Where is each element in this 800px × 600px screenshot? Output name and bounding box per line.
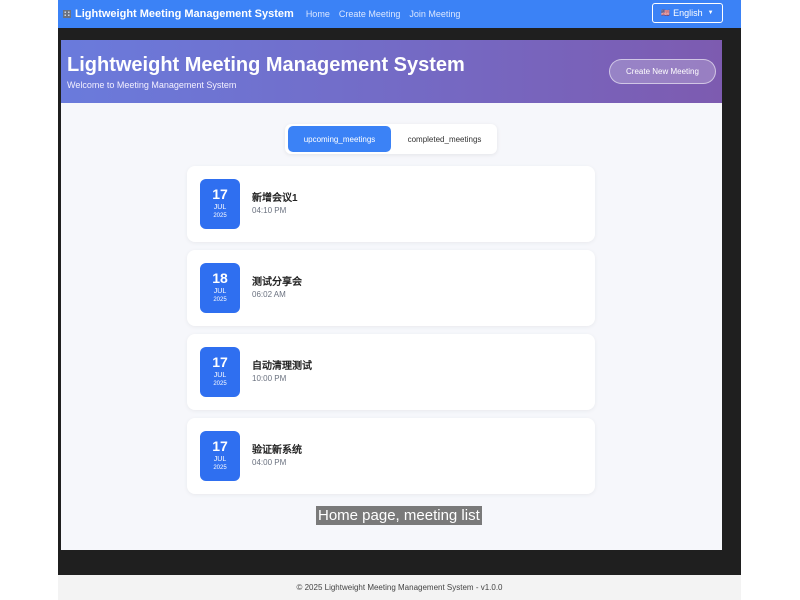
date-badge: 18 JUL 2025 <box>200 263 240 313</box>
date-year: 2025 <box>213 213 227 219</box>
meeting-time: 04:00 PM <box>252 458 287 467</box>
main-content: Lightweight Meeting Management System We… <box>61 40 722 550</box>
meeting-card[interactable]: 17 JUL 2025 验证新系统 04:00 PM <box>187 418 595 494</box>
create-meeting-button[interactable]: Create New Meeting <box>609 59 716 84</box>
meeting-title: 验证新系统 <box>252 445 302 456</box>
nav-create-meeting[interactable]: Create Meeting <box>339 9 401 19</box>
date-month: JUL <box>213 372 227 379</box>
meeting-title: 测试分享会 <box>252 277 302 288</box>
date-year: 2025 <box>213 297 227 303</box>
date-badge: 17 JUL 2025 <box>200 431 240 481</box>
meeting-time: 04:10 PM <box>252 206 287 215</box>
tab-upcoming-meetings[interactable]: upcoming_meetings <box>288 126 391 152</box>
meeting-title: 新增会议1 <box>252 193 298 204</box>
date-year: 2025 <box>213 465 227 471</box>
screenshot-caption: Home page, meeting list <box>316 506 482 525</box>
page-subtitle: Welcome to Meeting Management System <box>67 80 237 90</box>
date-badge: 17 JUL 2025 <box>200 179 240 229</box>
date-month: JUL <box>213 204 227 211</box>
meeting-time: 06:02 AM <box>252 290 286 299</box>
date-year: 2025 <box>213 381 227 387</box>
page-title: Lightweight Meeting Management System <box>67 54 465 76</box>
meeting-card[interactable]: 17 JUL 2025 新增会议1 04:10 PM <box>187 166 595 242</box>
app-window: Lightweight Meeting Management System Ho… <box>58 0 741 600</box>
language-label: English <box>673 8 703 18</box>
date-day: 17 <box>212 186 228 202</box>
footer: © 2025 Lightweight Meeting Management Sy… <box>58 575 741 600</box>
us-flag-icon: 🇺🇸 <box>661 10 671 17</box>
caret-down-icon: ▼ <box>707 10 714 16</box>
meeting-title: 自动清理测试 <box>252 361 312 372</box>
nav-home[interactable]: Home <box>306 9 330 19</box>
language-dropdown[interactable]: 🇺🇸 English ▼ <box>652 3 723 23</box>
meeting-card[interactable]: 18 JUL 2025 测试分享会 06:02 AM <box>187 250 595 326</box>
date-day: 18 <box>212 270 228 286</box>
meeting-tabs: upcoming_meetings completed_meetings <box>285 124 497 154</box>
building-icon <box>63 10 71 18</box>
date-month: JUL <box>213 456 227 463</box>
brand[interactable]: Lightweight Meeting Management System <box>62 8 294 20</box>
brand-name: Lightweight Meeting Management System <box>75 8 294 20</box>
nav-join-meeting[interactable]: Join Meeting <box>409 9 460 19</box>
date-badge: 17 JUL 2025 <box>200 347 240 397</box>
meeting-card[interactable]: 17 JUL 2025 自动清理测试 10:00 PM <box>187 334 595 410</box>
hero-banner: Lightweight Meeting Management System We… <box>61 40 722 103</box>
meeting-time: 10:00 PM <box>252 374 287 383</box>
tab-completed-meetings[interactable]: completed_meetings <box>393 126 496 152</box>
date-day: 17 <box>212 438 228 454</box>
top-navbar: Lightweight Meeting Management System Ho… <box>58 0 741 28</box>
nav-links: Home Create Meeting Join Meeting <box>306 9 470 19</box>
date-day: 17 <box>212 354 228 370</box>
date-month: JUL <box>213 288 227 295</box>
